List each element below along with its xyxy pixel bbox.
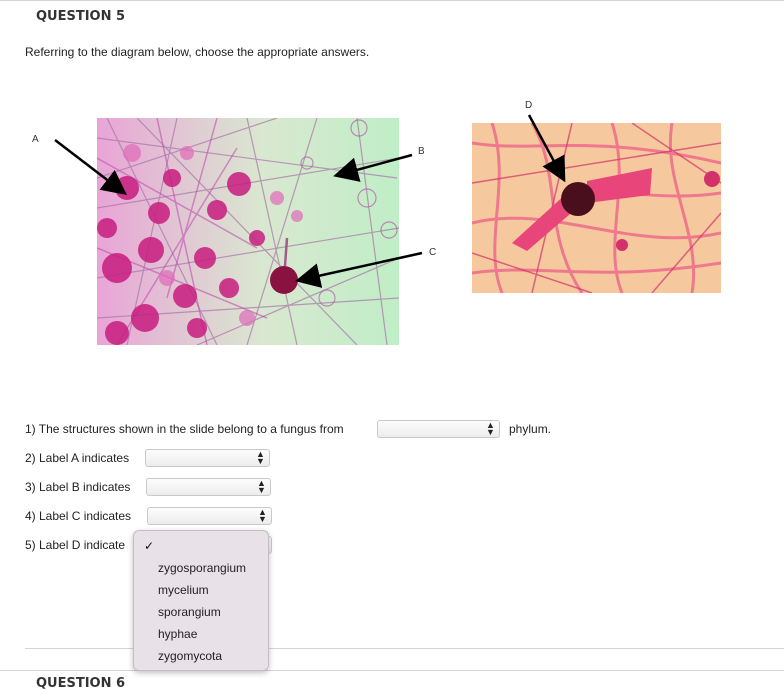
item-2-prompt: 2) Label A indicates (25, 451, 130, 465)
item-5-dropdown-menu: ✓ zygosporangium mycelium sporangium hyp… (133, 530, 269, 671)
checkmark-icon: ✓ (144, 539, 155, 553)
arrow-b (333, 153, 413, 182)
select-arrows-icon: ▲ ▼ (258, 507, 267, 524)
question-divider (0, 670, 784, 671)
select-arrows-icon: ▲ ▼ (257, 478, 266, 495)
diagram-arrows (54, 114, 566, 288)
item-4-select[interactable]: ▲ ▼ (147, 507, 272, 525)
item-5-prompt: 5) Label D indicate (25, 538, 126, 552)
item-4-prompt: 4) Label C indicates (25, 509, 132, 523)
item-1-select[interactable]: ▲ ▼ (377, 420, 500, 438)
dropdown-option-mycelium[interactable]: mycelium (158, 583, 209, 597)
item-1-prompt: 1) The structures shown in the slide bel… (25, 422, 344, 436)
item-1-suffix: phylum. (509, 422, 552, 436)
select-arrows-icon: ▲ ▼ (486, 420, 495, 437)
dropdown-option-hyphae[interactable]: hyphae (158, 627, 197, 641)
dropdown-option-sporangium[interactable]: sporangium (158, 605, 221, 619)
dropdown-option-zygomycota[interactable]: zygomycota (158, 649, 222, 663)
dropdown-option-zygosporangium[interactable]: zygosporangium (158, 561, 246, 575)
arrow-c (295, 251, 423, 288)
arrow-d (527, 114, 566, 183)
arrow-a (54, 139, 127, 196)
item-3-prompt: 3) Label B indicates (25, 480, 131, 494)
item-2-select[interactable]: ▲ ▼ (145, 449, 270, 467)
item-3-select[interactable]: ▲ ▼ (146, 478, 271, 496)
select-arrows-icon: ▲ ▼ (256, 449, 265, 466)
